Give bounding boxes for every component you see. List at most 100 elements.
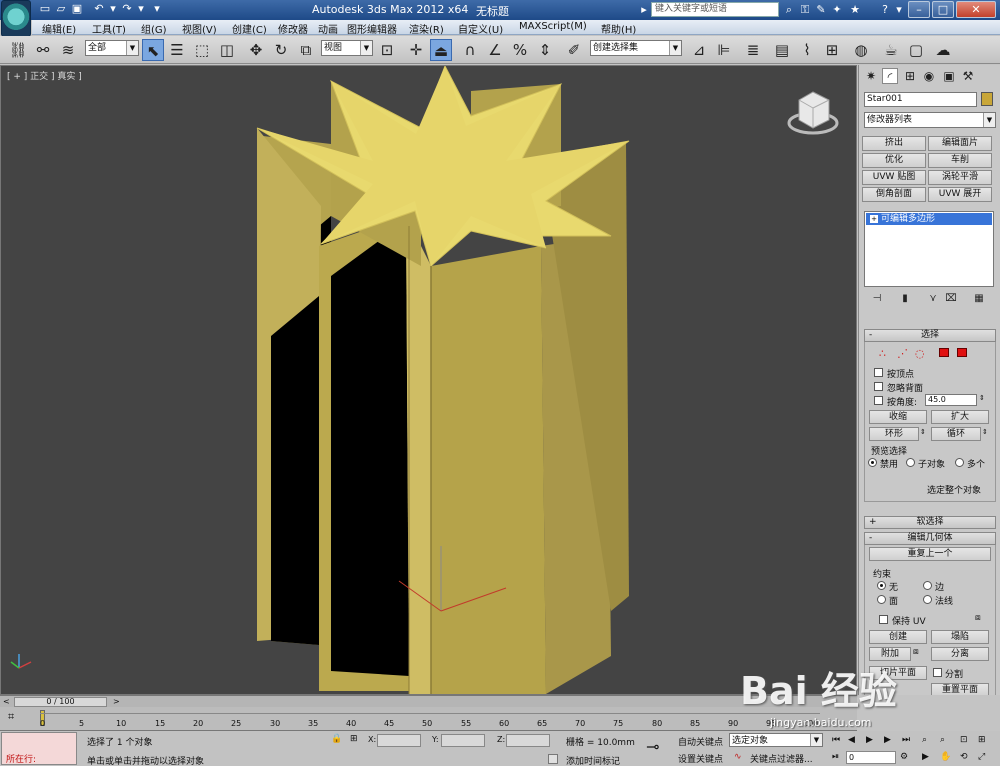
select-and-move-icon[interactable]: ✥ (245, 39, 267, 61)
help-dropdown-icon[interactable]: ▾ (891, 2, 907, 18)
set-key-button[interactable]: 设置关键点 (678, 752, 723, 765)
motion-tab-icon[interactable]: ◉ (921, 68, 937, 84)
rendered-frame-window-icon[interactable]: ▢ (905, 39, 927, 61)
menu-help[interactable]: 帮助(H) (601, 21, 636, 36)
graphite-ribbon-icon[interactable]: ▤ (771, 39, 793, 61)
make-unique-icon[interactable]: ⋎ (925, 293, 941, 307)
keyboard-shortcut-override-icon[interactable]: ⏏ (430, 39, 452, 61)
menu-tools[interactable]: 工具(T) (92, 21, 126, 36)
edit-geometry-rollout-header[interactable]: - 编辑几何体 (864, 532, 996, 545)
percent-snap-icon[interactable]: % (509, 39, 531, 61)
key-icon[interactable]: ⊸ (646, 737, 659, 756)
pin-stack-icon[interactable]: ⊣ (869, 293, 885, 307)
named-selection-dropdown[interactable]: 创建选择集 ▼ (590, 40, 682, 56)
lock-selection-icon[interactable]: 🔒 (331, 734, 342, 744)
time-configuration-icon[interactable]: ⚙ (900, 752, 908, 762)
attach-list-icon[interactable]: ⧈ (913, 647, 919, 657)
detach-button[interactable]: 分离 (931, 647, 989, 661)
maximize-viewport-icon[interactable]: ⤢ (978, 752, 985, 762)
undo-dropdown-icon[interactable]: ▾ (106, 2, 120, 16)
orbit-icon[interactable]: ⟲ (960, 752, 968, 762)
reference-coordinate-dropdown[interactable]: 视图 ▼ (321, 40, 373, 56)
favorites-icon[interactable]: ✦ (829, 2, 845, 18)
menu-customize[interactable]: 自定义(U) (458, 21, 503, 36)
grow-button[interactable]: 扩大 (931, 410, 989, 424)
z-coordinate-field[interactable] (506, 734, 550, 747)
modifier-bevel-profile-button[interactable]: 倒角剖面 (862, 187, 926, 202)
auto-key-button[interactable]: 自动关键点 (678, 735, 723, 748)
shrink-button[interactable]: 收缩 (869, 410, 927, 424)
show-end-result-icon[interactable]: ▮ (897, 293, 913, 307)
menu-maxscript[interactable]: MAXScript(M) (519, 21, 587, 32)
y-coordinate-field[interactable] (441, 734, 485, 747)
communication-icon[interactable]: ✎ (813, 2, 829, 18)
redo-dropdown-icon[interactable]: ▾ (134, 2, 148, 16)
previous-frame-icon[interactable]: ◀ (848, 735, 855, 745)
undo-icon[interactable]: ↶ (92, 2, 106, 16)
mirror-icon[interactable]: ⊿ (688, 39, 710, 61)
loop-button[interactable]: 循环 (931, 427, 981, 441)
modifier-uvw-map-button[interactable]: UVW 贴图 (862, 170, 926, 185)
by-angle-checkbox[interactable] (874, 396, 883, 405)
edge-icon[interactable]: ⋰ (897, 347, 908, 360)
curve-editor-icon[interactable]: ⌇ (796, 39, 818, 61)
track-bar[interactable]: ⌗ 0 5 10 15 20 25 30 35 40 45 50 55 60 6… (0, 707, 857, 731)
mini-curve-editor-icon[interactable]: ⌗ (8, 710, 14, 724)
layer-manager-icon[interactable]: ≣ (742, 39, 764, 61)
menu-group[interactable]: 组(G) (141, 21, 167, 36)
modifier-turbosmooth-button[interactable]: 涡轮平滑 (928, 170, 992, 185)
schematic-view-icon[interactable]: ⊞ (821, 39, 843, 61)
constraint-face-radio[interactable] (877, 595, 886, 604)
time-prev-icon[interactable]: < (3, 697, 10, 706)
select-and-scale-icon[interactable]: ⧉ (295, 39, 317, 61)
select-object-icon[interactable]: ⬉ (142, 39, 164, 61)
soft-selection-rollout-header[interactable]: + 软选择 (864, 516, 996, 529)
preserve-uv-settings-icon[interactable]: ⧈ (975, 613, 981, 623)
render-production-icon[interactable]: ☁ (932, 39, 954, 61)
save-icon[interactable]: ▣ (70, 2, 84, 16)
bind-space-warp-icon[interactable]: ≋ (57, 39, 79, 61)
selection-rollout-header[interactable]: - 选择 (864, 329, 996, 342)
menu-views[interactable]: 视图(V) (182, 21, 217, 36)
search-icon[interactable]: ⌕ (781, 2, 797, 18)
new-file-icon[interactable]: ▭ (38, 2, 52, 16)
constraint-edge-radio[interactable] (923, 581, 932, 590)
modifier-edit-patch-button[interactable]: 编辑面片 (928, 136, 992, 151)
title-dropdown-icon[interactable]: ▸ (636, 2, 652, 18)
stack-item-editable-poly[interactable]: + 可编辑多边形 (866, 213, 992, 225)
by-vertex-checkbox[interactable] (874, 368, 883, 377)
ignore-backfacing-checkbox[interactable] (874, 382, 883, 391)
render-setup-icon[interactable]: ☕ (880, 39, 902, 61)
display-tab-icon[interactable]: ▣ (941, 68, 957, 84)
app-logo-icon[interactable] (1, 0, 31, 37)
ring-button[interactable]: 环形 (869, 427, 919, 441)
redo-icon[interactable]: ↷ (120, 2, 134, 16)
hierarchy-tab-icon[interactable]: ⊞ (902, 68, 918, 84)
next-frame-icon[interactable]: ▶ (884, 735, 891, 745)
key-mode-icon[interactable]: ∿ (734, 752, 742, 762)
zoom-all-icon[interactable]: ⌕ (940, 735, 945, 745)
modifier-unwrap-uvw-button[interactable]: UVW 展开 (928, 187, 992, 202)
time-next-icon[interactable]: > (113, 697, 120, 706)
rectangular-selection-icon[interactable]: ⬚ (191, 39, 213, 61)
menu-rendering[interactable]: 渲染(R) (409, 21, 444, 36)
utilities-tab-icon[interactable]: ⚒ (960, 68, 976, 84)
maximize-button[interactable]: □ (932, 1, 954, 18)
perspective-viewport[interactable]: [ + ] 正交 ] 真实 ] (0, 65, 857, 695)
edit-named-selection-icon[interactable]: ✐ (563, 39, 585, 61)
spinner-snap-icon[interactable]: ⇕ (534, 39, 556, 61)
select-and-link-icon[interactable]: ⛓ (7, 39, 29, 61)
select-manipulate-icon[interactable]: ✛ (405, 39, 427, 61)
field-of-view-icon[interactable]: ▶ (922, 752, 929, 762)
attach-button[interactable]: 附加 (869, 647, 911, 661)
object-name-field[interactable]: Star001 (864, 92, 977, 107)
select-by-name-icon[interactable]: ☰ (166, 39, 188, 61)
x-coordinate-field[interactable] (377, 734, 421, 747)
time-slider[interactable]: 0 / 100 (14, 697, 107, 707)
polygon-icon[interactable] (939, 348, 949, 357)
menu-edit[interactable]: 编辑(E) (42, 21, 76, 36)
window-crossing-icon[interactable]: ◫ (216, 39, 238, 61)
zoom-icon[interactable]: ⌕ (922, 735, 927, 745)
modify-tab-icon[interactable]: ◜ (882, 68, 898, 84)
create-button[interactable]: 创建 (869, 630, 927, 644)
